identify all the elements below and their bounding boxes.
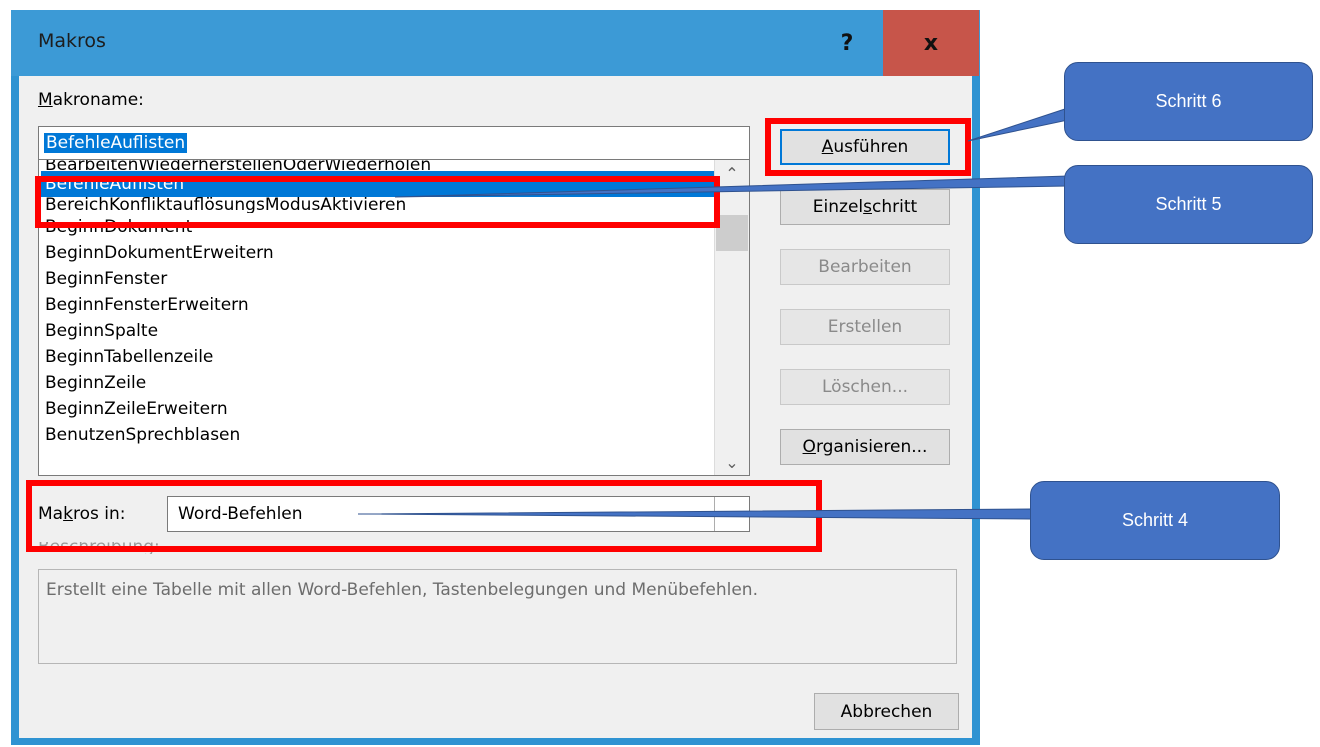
list-item[interactable]: BenutzenSprechblasen [41, 422, 717, 448]
callout-step4: Schritt 4 [1030, 481, 1280, 560]
pointer-step6 [967, 107, 1069, 142]
cancel-button[interactable]: Abbrechen [814, 693, 959, 730]
macro-name-label: Makroname: [38, 90, 144, 110]
list-item[interactable]: BeginnZeile [41, 370, 717, 396]
scroll-thumb[interactable] [716, 215, 748, 251]
delete-button[interactable]: Löschen... [780, 369, 950, 405]
list-item[interactable]: BeginnFenster [41, 266, 717, 292]
list-item[interactable]: BeginnZeileErweitern [41, 396, 717, 422]
macro-name-value: BefehleAuflisten [44, 133, 188, 153]
callout-step5: Schritt 5 [1064, 165, 1313, 244]
edit-button[interactable]: Bearbeiten [780, 249, 950, 285]
list-item[interactable]: BeginnTabellenzeile [41, 344, 717, 370]
step-button[interactable]: Einzel s chritt [780, 189, 950, 225]
scroll-down-icon[interactable]: ⌄ [715, 449, 749, 475]
scroll-up-icon[interactable]: ⌃ [715, 160, 749, 186]
highlight-run-button [765, 118, 971, 176]
description-box: Erstellt eine Tabelle mit allen Word-Bef… [38, 569, 957, 664]
list-item[interactable]: BeginnDokumentErweitern [41, 240, 717, 266]
callout-step6: Schritt 6 [1064, 62, 1313, 141]
highlight-macros-in [26, 480, 822, 552]
list-item[interactable]: BeginnSpalte [41, 318, 717, 344]
highlight-selected-macro [35, 176, 720, 228]
help-button[interactable]: ? [811, 10, 883, 76]
organize-button[interactable]: Organisieren... [780, 429, 950, 465]
close-button[interactable]: x [883, 10, 979, 76]
list-item[interactable]: BeginnFensterErweitern [41, 292, 717, 318]
create-button[interactable]: Erstellen [780, 309, 950, 345]
macro-name-input[interactable]: BefehleAuflisten [38, 126, 750, 160]
title-bar[interactable]: Makros ? x [11, 10, 980, 76]
dialog-title: Makros [38, 30, 106, 52]
